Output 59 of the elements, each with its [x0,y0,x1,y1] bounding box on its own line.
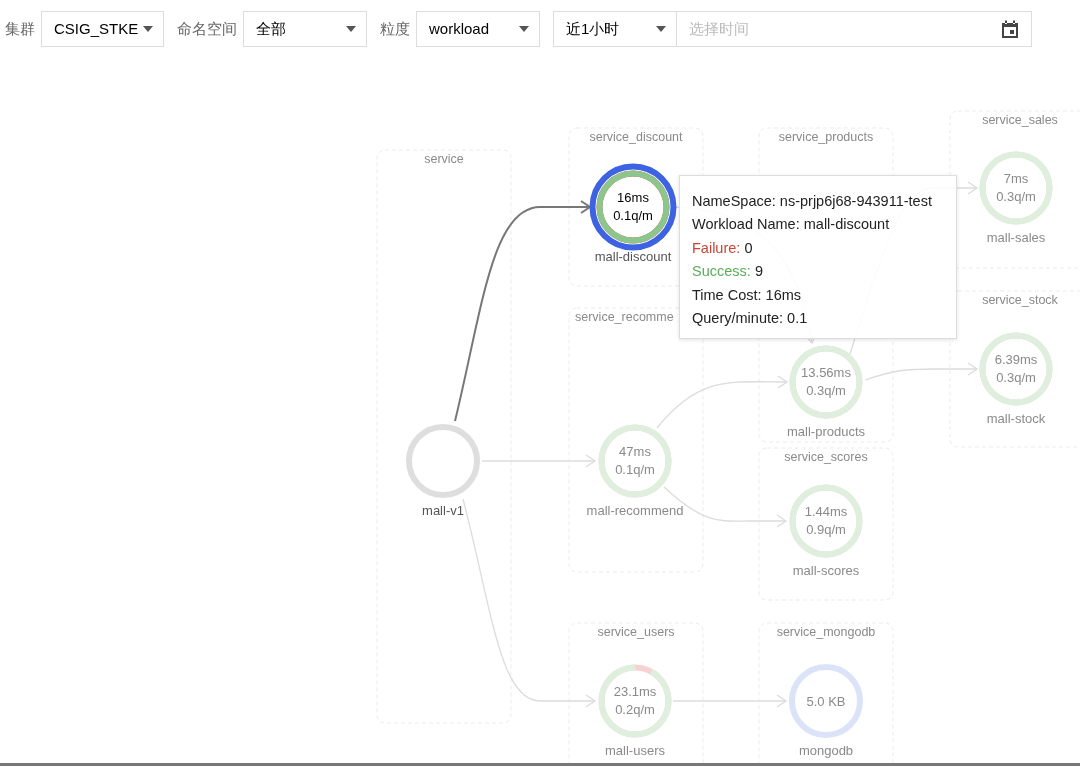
qpm-text: 0.1q/m [615,462,655,477]
qpm-text: 0.1q/m [613,208,653,223]
filter-label: 命名空间 [177,19,237,39]
tooltip-label: Query/minute: [692,310,784,327]
tooltip-value: 0 [744,239,753,256]
latency-text: 1.44ms [804,504,848,519]
size-text: 5.0 KB [806,694,846,709]
group-title: service_mongodb [776,625,876,639]
latency-text: 13.56ms [801,365,851,380]
namespace-select[interactable]: 全部 [243,11,367,47]
node-label: mongodb [798,743,854,758]
latency-text: 16ms [617,190,649,205]
qpm-text: 0.9q/m [806,522,846,537]
latency-text: 6.39ms [994,352,1038,367]
latency-text: 47ms [619,444,651,459]
group-title: service_recomme [575,310,674,324]
node-ring[interactable] [589,163,677,251]
group-title: service_products [778,130,874,144]
qpm-text: 0.2q/m [615,702,655,717]
node-label: mall-sales [986,230,1046,245]
tooltip-label: Time Cost: [692,286,762,303]
node-label: mall-scores [792,563,860,578]
group-title: service_sales [982,113,1058,127]
tooltip-value: 0.1 [787,310,808,327]
group-title: service_stock [982,293,1058,307]
tooltip-label: Failure: [692,239,741,256]
group-title: service [424,152,464,166]
date-picker[interactable]: 选择时间 [677,11,1032,47]
caret-icon [519,26,529,32]
tooltip-value: mall-discount [803,216,890,233]
group-title: service_discount [589,130,683,144]
granularity-select[interactable]: workload [416,11,540,47]
tooltip-label: NameSpace: [692,193,776,209]
filter-label: 粒度 [380,19,410,39]
tooltip-label: Workload Name: [692,216,800,233]
latency-text: 7ms [1003,171,1029,186]
node-label: mall-recommend [586,503,684,518]
latency-text: 23.1ms [613,684,657,699]
tooltip-value: 16ms [765,286,802,303]
node-label: mall-products [787,424,865,439]
caret-icon [656,26,666,32]
caret-icon [143,26,153,32]
node-label: mall-stock [986,411,1046,426]
node-label: mall-v1 [422,503,464,518]
node-label: mall-discount [594,249,672,264]
filter-label: 集群 [5,19,35,39]
node-label: mall-users [605,743,665,758]
group-title: service_scores [784,450,868,464]
tooltip-value: 9 [754,263,763,280]
cluster-select[interactable]: CSIG_STKE [41,11,164,47]
caret-icon [346,26,356,32]
calendar-icon[interactable] [1001,19,1019,39]
qpm-text: 0.3q/m [996,370,1036,385]
tooltip-label: Success: [692,263,751,280]
qpm-text: 0.3q/m [806,383,846,398]
time-range-select[interactable]: 近1小时 [553,11,677,47]
tooltip-value: ns-prjp6j68-943911-test [779,193,932,209]
qpm-text: 0.3q/m [996,189,1036,204]
group-title: service_users [597,625,675,639]
